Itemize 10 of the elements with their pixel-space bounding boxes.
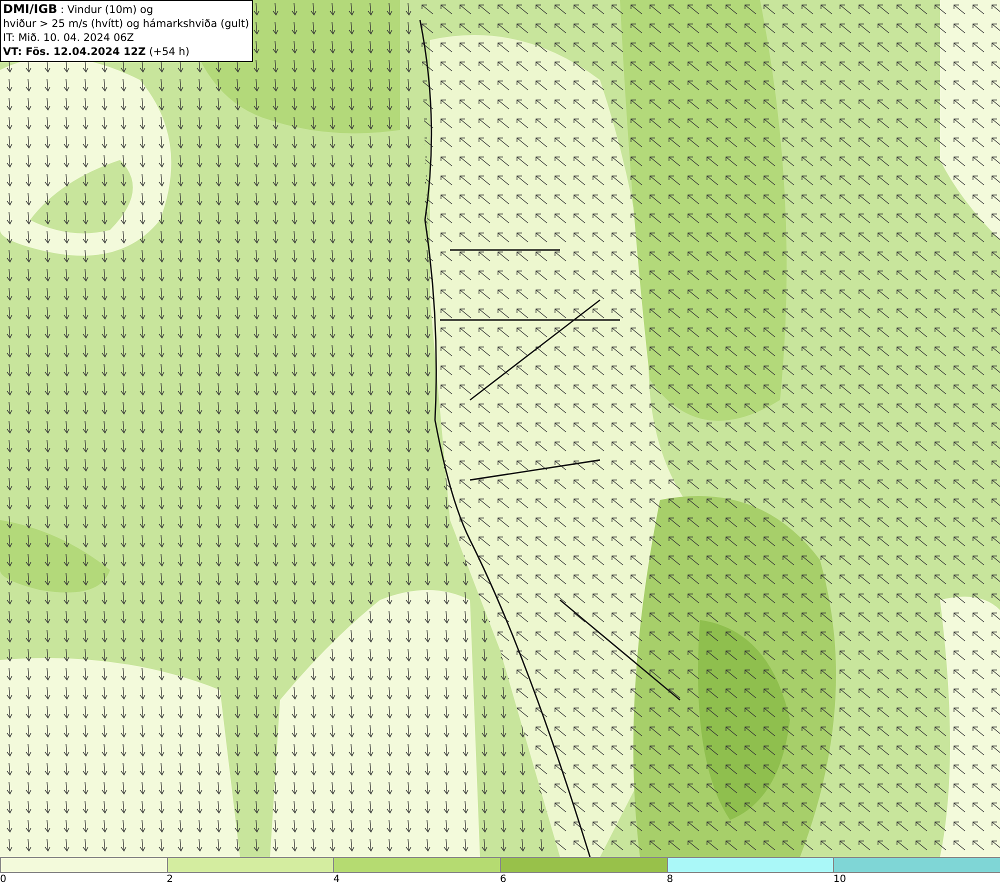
legend-tick-label: 6 — [500, 874, 506, 885]
legend-tick-label: 2 — [166, 874, 174, 885]
legend-tick-label: 4 — [333, 874, 340, 885]
legend-tick-label: 0 — [0, 874, 6, 885]
issue-time-text: IT: Mið. 10. 04. 2024 06Z — [3, 31, 135, 45]
valid-time-text: VT: Fös. 12.04.2024 12Z (+54 h) — [3, 45, 190, 59]
title-text: DMI/IGB : Vindur (10m) og — [3, 2, 154, 17]
legend-tick-label: 8 — [666, 874, 674, 885]
legend-tick-label: 10 — [833, 874, 846, 885]
description-text: hviður > 25 m/s (hvítt) og hámarkshviða (gult) — [3, 17, 250, 31]
